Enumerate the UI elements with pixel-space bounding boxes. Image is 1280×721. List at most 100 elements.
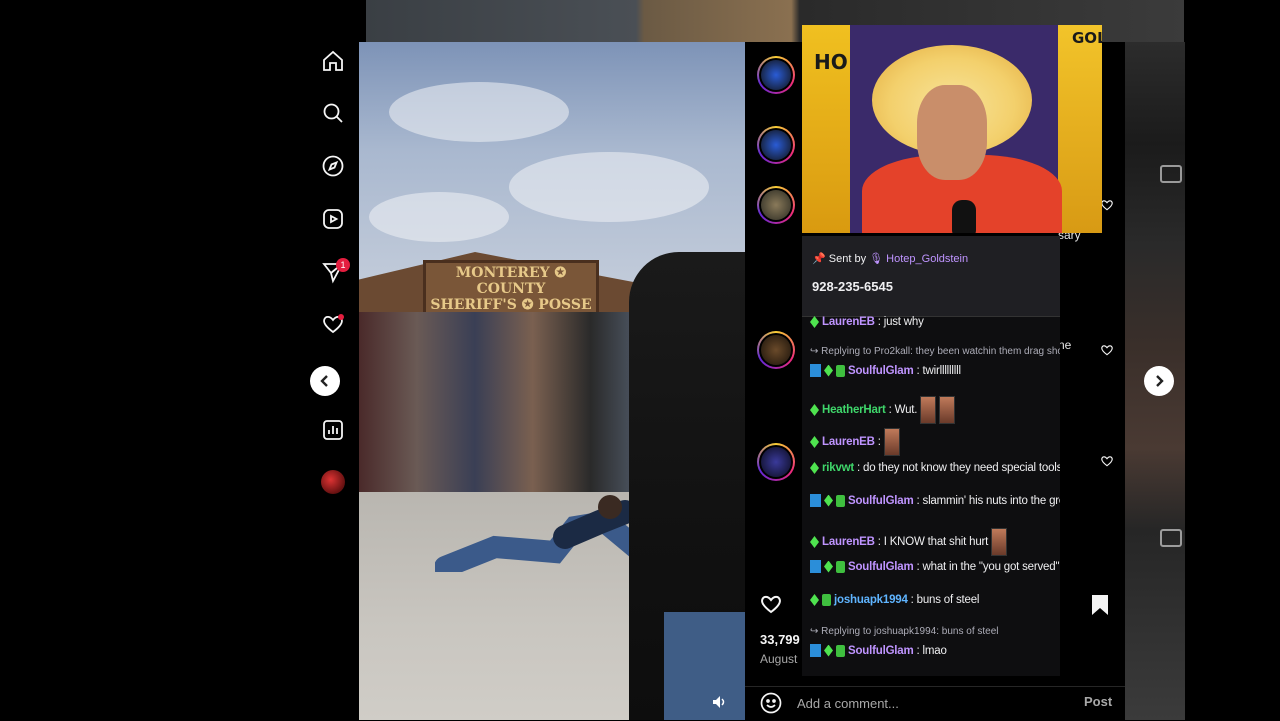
bits-badge-icon [810,644,821,657]
bits-badge-icon [810,364,821,377]
chat-username[interactable]: SoulfulGlam [848,645,914,657]
sub-badge-icon [836,494,845,507]
chat-text: : [877,436,881,448]
chat-message: SoulfulGlam: twirlllllllll [810,364,961,377]
chat-username[interactable]: LaurenEB [822,316,875,328]
home-icon[interactable] [320,48,346,74]
diamond-badge-icon [810,436,819,448]
diamond-badge-icon [810,404,819,416]
chat-text: : Wut. [888,404,918,416]
chat-text: : what in the "you got served" is going … [916,560,1060,573]
chat-username[interactable]: LaurenEB [822,536,875,548]
banner-right [1058,25,1102,233]
chat-message: HeatherHart: Wut. [810,396,956,424]
chat-message: SoulfulGlam: what in the "you got served… [810,560,1060,573]
chat-username[interactable]: joshuapk1994 [834,594,908,606]
comment-text-fragment: ne [1058,338,1072,352]
next-post-button[interactable] [1144,366,1174,396]
cloud [509,152,709,222]
search-icon[interactable] [320,100,346,126]
chat-username[interactable]: SoulfulGlam [848,495,914,507]
save-post-icon[interactable] [1090,594,1112,616]
sub-badge-icon [836,560,845,573]
foreground-person-jeans [664,612,745,720]
comment-input[interactable] [797,694,1067,712]
chat-username[interactable]: rikvwt [822,462,854,474]
pinned-message: 📌 Sent by 🎙 Hotep_Goldstein 928-235-6545 [802,236,1060,317]
chat-username[interactable]: LaurenEB [822,436,875,448]
chat-reply-context: ↪ Replying to joshuapk1994: buns of stee… [810,626,999,637]
commenter-avatar[interactable] [757,56,795,94]
diamond-badge-icon [824,364,833,377]
sub-badge-icon [836,644,845,657]
compass-icon[interactable] [320,153,346,179]
bits-badge-icon [810,560,821,573]
diamond-badge-icon [824,644,833,657]
reels-icon[interactable] [320,206,346,232]
chat-reply-context: ↪ Replying to Pro2kall: they been watchi… [810,346,1060,357]
microphone [952,200,976,233]
commenter-avatar[interactable] [757,126,795,164]
previous-post-button[interactable] [310,366,340,396]
building-sign: MONTEREY ✪ COUNTY SHERIFF'S ✪ POSSE [423,260,599,318]
chat-message: LaurenEB: just why [810,316,924,328]
chat-text: : I KNOW that shit hurt [877,536,989,548]
notification-dot [338,314,344,320]
chat-message: LaurenEB: [810,428,900,456]
post-comment-button[interactable]: Post [1084,694,1112,709]
cloud [389,82,569,142]
chat-text: : just why [877,316,924,328]
bits-badge-icon [810,494,821,507]
profile-avatar[interactable] [321,470,345,494]
chat-username[interactable]: SoulfulGlam [848,561,914,573]
banner-left-text: HO [814,50,848,74]
emote-icon [920,396,937,424]
emote-icon [991,528,1008,556]
post-image[interactable]: MONTEREY ✪ COUNTY SHERIFF'S ✪ POSSE [359,42,745,720]
cloud [369,192,509,242]
bar-chart-icon[interactable] [320,417,346,443]
pin-icon: 📌 [812,253,826,265]
comment-like-icon[interactable] [1100,454,1114,468]
chat-username[interactable]: HeatherHart [822,404,886,416]
reel-play-icon [1160,529,1182,547]
sign-line-1: MONTEREY ✪ COUNTY [455,265,567,297]
comment-like-icon[interactable] [1100,343,1114,357]
chat-text: : lmao [916,644,947,657]
likes-count[interactable]: 33,799 [760,632,800,647]
chat-text: : slammin' his nuts into the ground is i… [916,494,1060,507]
chat-text: : twirlllllllll [916,364,961,377]
commenter-avatar[interactable] [757,331,795,369]
emote-icon [939,396,956,424]
chat-message: SoulfulGlam: lmao [810,644,947,657]
sub-badge-icon [836,364,845,377]
chat-message: SoulfulGlam: slammin' his nuts into the … [810,494,1060,507]
comment-like-icon[interactable] [1100,198,1114,212]
mic-badge-icon: 🎙 [869,253,884,265]
diamond-badge-icon [810,316,819,328]
pinned-header: 📌 Sent by 🎙 Hotep_Goldstein [812,252,968,265]
chat-overlay: 📌 Sent by 🎙 Hotep_Goldstein 928-235-6545… [802,236,1060,676]
messages-badge: 1 [336,258,350,272]
streamer-face [917,85,987,180]
diamond-badge-icon [810,536,819,548]
banner-right-text: GOLDSTEIN [1072,29,1102,47]
chat-text: : buns of steel [910,594,980,606]
sign-line-2: SHERIFF'S ✪ POSSE [430,297,592,313]
chat-message: rikvwt: do they not know they need speci… [810,462,1060,474]
audio-icon[interactable] [711,694,731,714]
post-date: August [760,652,798,666]
chat-username[interactable]: SoulfulGlam [848,365,914,377]
chat-message: LaurenEB: I KNOW that shit hurt [810,528,1008,556]
reel-play-icon [1160,165,1182,183]
chat-message: joshuapk1994: buns of steel [810,594,979,606]
emote-icon [883,428,900,456]
like-post-icon[interactable] [759,592,785,618]
diamond-badge-icon [810,462,819,474]
diamond-badge-icon [824,560,833,573]
emoji-icon[interactable] [760,692,782,714]
pinned-text: 928-235-6545 [812,279,893,294]
pinned-username: Hotep_Goldstein [886,253,969,265]
commenter-avatar[interactable] [757,443,795,481]
commenter-avatar[interactable] [757,186,795,224]
